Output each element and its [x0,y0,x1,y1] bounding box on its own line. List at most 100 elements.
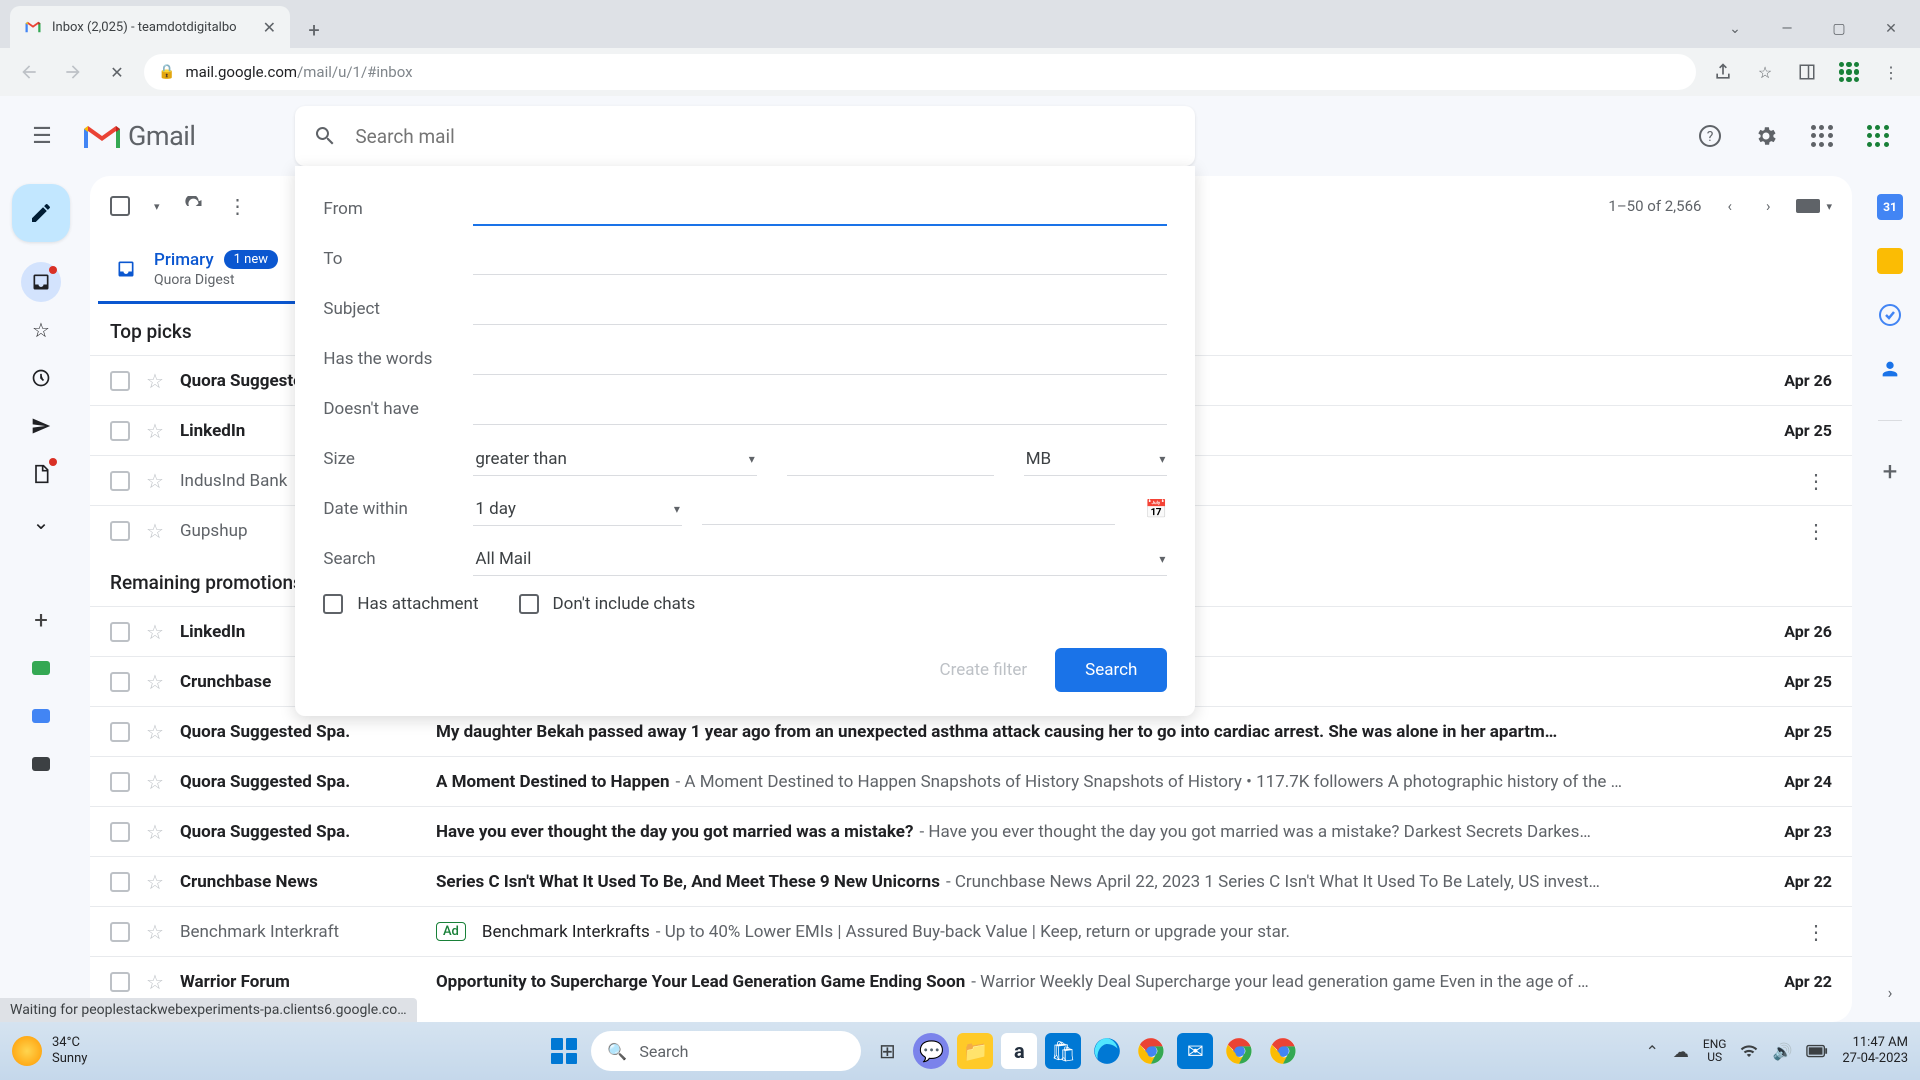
tray-battery-icon[interactable] [1806,1044,1828,1058]
new-tab-button[interactable]: + [296,12,332,48]
stop-reload-button[interactable]: ✕ [100,55,134,89]
select-dropdown-icon[interactable]: ▾ [154,200,160,213]
tray-wifi-icon[interactable] [1740,1042,1758,1060]
row-checkbox[interactable] [110,622,130,642]
taskbar-chrome-2[interactable] [1221,1033,1257,1069]
task-view-icon[interactable]: ⊞ [869,1033,905,1069]
collapse-panel-icon[interactable]: › [1888,983,1893,1002]
taskbar-store[interactable]: 🛍 [1045,1033,1081,1069]
sidepanel-icon[interactable] [1790,55,1824,89]
adv-date-input[interactable] [702,493,1115,525]
nav-new-label[interactable]: + [21,600,61,640]
row-more-icon[interactable]: ⋮ [1800,519,1832,543]
account-icon[interactable] [1856,114,1900,158]
start-button[interactable] [545,1032,583,1070]
tasks-app-icon[interactable] [1877,302,1903,328]
gmail-logo[interactable]: Gmail [84,120,195,152]
row-checkbox[interactable] [110,371,130,391]
select-all-checkbox[interactable] [110,196,130,216]
browser-tab[interactable]: Inbox (2,025) - teamdotdigitalbo ✕ [10,6,290,48]
tray-onedrive-icon[interactable]: ☁ [1673,1042,1689,1061]
mail-row[interactable]: ☆ Quora Suggested Spa. A Moment Destined… [90,756,1852,806]
search-input[interactable] [355,125,1177,148]
support-icon[interactable]: ? [1688,114,1732,158]
refresh-icon[interactable] [184,196,204,216]
row-checkbox[interactable] [110,922,130,942]
extension-icon[interactable] [1832,55,1866,89]
taskbar-chrome-1[interactable] [1133,1033,1169,1069]
row-checkbox[interactable] [110,672,130,692]
adv-size-unit[interactable]: MB▾ [1024,443,1168,476]
url-input[interactable]: 🔒 mail.google.com/mail/u/1/#inbox [144,54,1696,90]
nav-more-icon[interactable]: ⌄ [21,502,61,542]
star-icon[interactable]: ☆ [146,369,164,393]
taskbar-edge[interactable] [1089,1033,1125,1069]
maximize-button[interactable]: ▢ [1816,10,1862,48]
row-checkbox[interactable] [110,722,130,742]
row-checkbox[interactable] [110,772,130,792]
taskbar-explorer[interactable]: 📁 [957,1033,993,1069]
compose-button[interactable] [12,184,70,242]
chrome-menu-icon[interactable]: ⋮ [1874,55,1908,89]
google-apps-icon[interactable] [1800,114,1844,158]
search-box[interactable] [295,106,1195,166]
star-icon[interactable]: ☆ [146,670,164,694]
tab-primary[interactable]: Primary1 new Quora Digest [98,236,296,304]
adv-haswords-input[interactable] [473,343,1167,375]
bookmark-icon[interactable]: ☆ [1748,55,1782,89]
taskbar-weather[interactable]: 34°CSunny [12,1035,87,1066]
adv-no-chats-check[interactable]: Don't include chats [519,594,696,614]
row-checkbox[interactable] [110,521,130,541]
nav-chat-green[interactable] [21,648,61,688]
nav-chat-blue[interactable] [21,696,61,736]
row-checkbox[interactable] [110,872,130,892]
row-checkbox[interactable] [110,421,130,441]
adv-doesnthave-input[interactable] [473,393,1167,425]
star-icon[interactable]: ☆ [146,469,164,493]
adv-size-operator[interactable]: greater than▾ [473,443,756,476]
taskbar-mail[interactable]: ✉ [1177,1033,1213,1069]
adv-size-value[interactable] [787,443,994,476]
adv-date-range[interactable]: 1 day▾ [473,493,682,526]
star-icon[interactable]: ☆ [146,720,164,744]
tray-chevron-icon[interactable]: ⌃ [1645,1042,1658,1061]
forward-button[interactable] [56,55,90,89]
create-filter-link[interactable]: Create filter [940,660,1028,680]
back-button[interactable] [12,55,46,89]
close-window-button[interactable]: ✕ [1868,10,1914,48]
star-icon[interactable]: ☆ [146,970,164,994]
close-tab-icon[interactable]: ✕ [263,18,276,37]
star-icon[interactable]: ☆ [146,620,164,644]
mail-row[interactable]: ☆ Quora Suggested Spa. Have you ever tho… [90,806,1852,856]
calendar-app-icon[interactable]: 31 [1877,194,1903,220]
nav-sent-icon[interactable] [21,406,61,446]
nav-drafts-icon[interactable] [21,454,61,494]
star-icon[interactable]: ☆ [146,419,164,443]
minimize-button[interactable]: — [1764,10,1810,48]
adv-subject-input[interactable] [473,293,1167,325]
adv-from-input[interactable] [473,193,1167,226]
contacts-app-icon[interactable] [1877,356,1903,382]
nav-starred-icon[interactable]: ☆ [21,310,61,350]
tray-clock[interactable]: 11:47 AM27-04-2023 [1842,1035,1908,1066]
adv-searchin-select[interactable]: All Mail▾ [473,543,1167,576]
tray-volume-icon[interactable]: 🔊 [1772,1042,1792,1061]
nav-chat-dark[interactable] [21,744,61,784]
main-menu-icon[interactable]: ☰ [20,114,64,158]
star-icon[interactable]: ☆ [146,920,164,944]
more-actions-icon[interactable]: ⋮ [228,194,248,218]
search-icon[interactable] [313,124,337,148]
mail-row[interactable]: ☆ Crunchbase News Series C Isn't What It… [90,856,1852,906]
taskbar-chrome-3[interactable] [1265,1033,1301,1069]
star-icon[interactable]: ☆ [146,870,164,894]
nav-inbox-icon[interactable] [21,262,61,302]
calendar-icon[interactable]: 📅 [1145,499,1167,520]
mail-row[interactable]: ☆ Benchmark Interkraft Ad Benchmark Inte… [90,906,1852,956]
input-tools[interactable]: ▾ [1796,199,1832,213]
addons-icon[interactable]: + [1877,459,1903,485]
taskbar-search[interactable]: 🔍Search [591,1031,861,1071]
star-icon[interactable]: ☆ [146,770,164,794]
prev-page-icon[interactable]: ‹ [1719,193,1740,219]
star-icon[interactable]: ☆ [146,519,164,543]
row-more-icon[interactable]: ⋮ [1800,469,1832,493]
